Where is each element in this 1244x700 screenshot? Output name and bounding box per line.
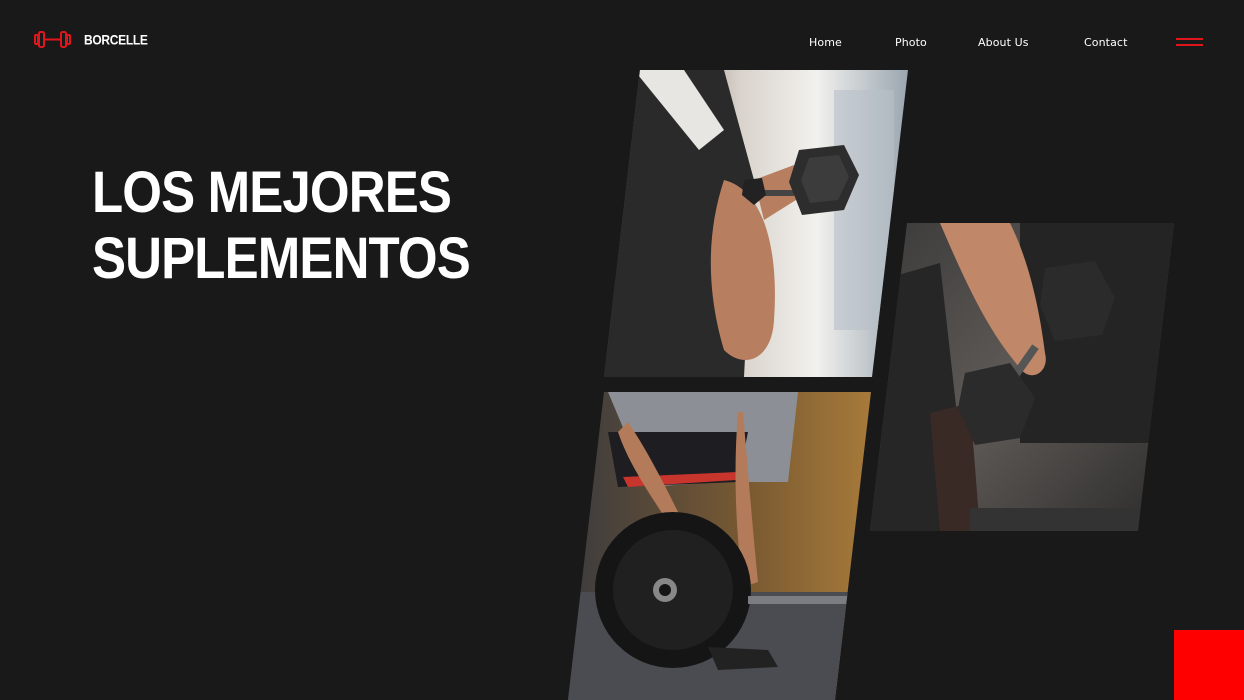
nav-contact-link[interactable]: Contact bbox=[1084, 36, 1128, 49]
nav-photo-link[interactable]: Photo bbox=[895, 36, 927, 49]
hero-line-1: LOS MEJORES bbox=[92, 160, 452, 225]
gym-photo-dumbbell-hold bbox=[870, 223, 1174, 531]
gym-photo-dumbbell-curl bbox=[604, 70, 908, 377]
main-nav: Home Photo About Us Contact bbox=[0, 36, 1244, 52]
hero-line-2: SUPLEMENTOS bbox=[92, 226, 471, 291]
hero-headline: LOS MEJORES SUPLEMENTOS bbox=[92, 160, 471, 292]
nav-about-us-link[interactable]: About Us bbox=[978, 36, 1029, 49]
red-corner-block bbox=[1174, 630, 1244, 700]
hamburger-menu-icon[interactable] bbox=[1176, 38, 1203, 48]
gym-photo-barbell-plate bbox=[568, 392, 871, 700]
nav-home-link[interactable]: Home bbox=[809, 36, 842, 49]
